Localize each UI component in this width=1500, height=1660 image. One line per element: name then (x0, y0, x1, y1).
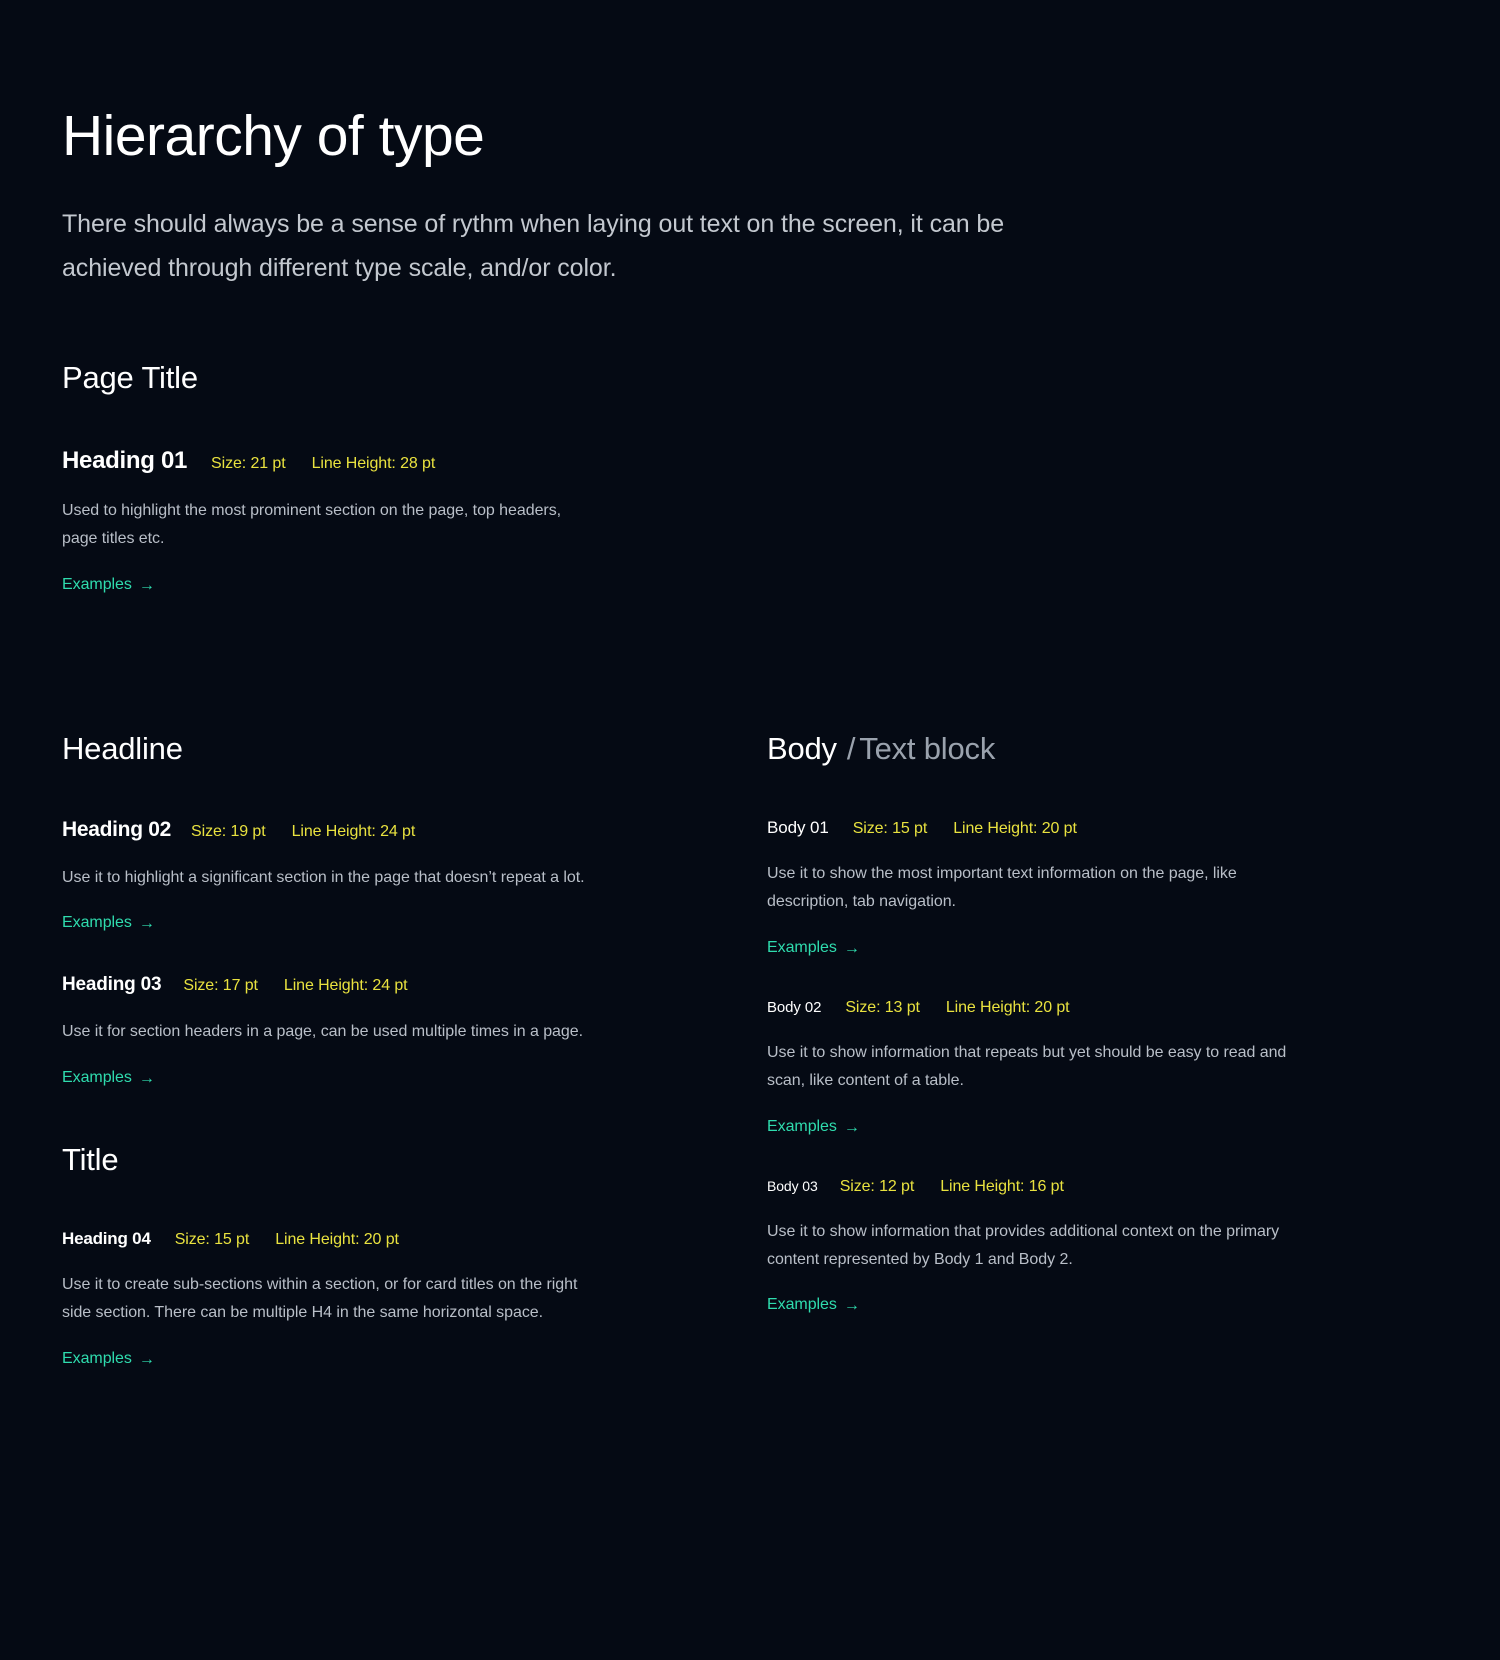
spec-header: Heading 01 Size: 21 pt Line Height: 28 p… (62, 447, 1440, 475)
spec-description: Use it to show information that repeats … (767, 1043, 1287, 1090)
section-page-title: Page Title Heading 01 Size: 21 pt Line H… (62, 359, 1440, 594)
metric-size: Size: 17 pt (183, 977, 258, 995)
spec-metrics: Size: 17 pt Line Height: 24 pt (183, 977, 407, 995)
spec-name: Body 01 (767, 817, 829, 837)
spec-name: Heading 04 (62, 1228, 151, 1248)
metric-line-height: Line Height: 20 pt (275, 1230, 399, 1248)
metric-size: Size: 21 pt (211, 454, 286, 472)
spec-description: Use it to show information that provides… (767, 1222, 1280, 1268)
spec-header: Heading 02 Size: 19 pt Line Height: 24 p… (62, 818, 762, 842)
examples-link[interactable]: Examples → (767, 939, 860, 957)
spec-entry-heading-01: Heading 01 Size: 21 pt Line Height: 28 p… (62, 447, 1440, 594)
metric-line-height: Line Height: 24 pt (283, 977, 408, 995)
arrow-right-icon: → (843, 1118, 860, 1136)
metric-line-height: Line Height: 16 pt (940, 1177, 1064, 1195)
arrow-right-icon: → (138, 576, 155, 594)
examples-link[interactable]: Examples → (767, 1296, 860, 1314)
spec-description: Use it to show the most important text i… (767, 864, 1237, 911)
arrow-right-icon: → (138, 1350, 155, 1368)
category-label-body: Body / Text block (767, 730, 1440, 766)
category-label-page-title: Page Title (62, 359, 198, 395)
spec-name: Heading 01 (62, 446, 188, 474)
typography-guide-page: Hierarchy of type There should always be… (0, 0, 1500, 1660)
category-label-separator: / (846, 730, 856, 766)
spec-metrics: Size: 15 pt Line Height: 20 pt (853, 820, 1077, 838)
right-column: Body / Text block Body 01 Size: 15 pt Line… (762, 730, 1440, 1315)
section-headline: Headline Heading 02 Size: 19 pt Line Hei… (62, 730, 762, 1087)
spec-name: Heading 03 (62, 974, 162, 996)
examples-link-label: Examples (62, 575, 132, 593)
spec-entry-body-03: Body 03 Size: 12 pt Line Height: 16 pt U… (767, 1178, 1440, 1315)
spec-header: Body 02 Size: 13 pt Line Height: 20 pt (767, 999, 1440, 1017)
metric-line-height: Line Height: 24 pt (291, 822, 416, 840)
spec-description: Use it to create sub-sections within a s… (62, 1275, 578, 1322)
spec-description: Used to highlight the most prominent sec… (62, 501, 562, 548)
category-label-headline: Headline (62, 730, 183, 766)
spec-header: Body 01 Size: 15 pt Line Height: 20 pt (767, 818, 1440, 838)
examples-link-label: Examples (767, 1117, 837, 1135)
spec-description: Use it to highlight a significant sectio… (62, 868, 585, 886)
metric-size: Size: 15 pt (852, 819, 928, 837)
metric-size: Size: 19 pt (191, 822, 266, 840)
page-subtitle: There should always be a sense of rythm … (62, 210, 1005, 282)
spec-metrics: Size: 13 pt Line Height: 20 pt (845, 999, 1069, 1017)
spec-metrics: Size: 21 pt Line Height: 28 pt (211, 455, 435, 473)
arrow-right-icon: → (843, 1297, 860, 1315)
examples-link[interactable]: Examples → (62, 576, 155, 594)
examples-link-label: Examples (62, 914, 132, 932)
metric-size: Size: 13 pt (845, 998, 920, 1016)
examples-link[interactable]: Examples → (62, 1069, 155, 1087)
dotted-divider (62, 651, 1442, 656)
page-title: Hierarchy of type (62, 104, 485, 168)
left-column: Headline Heading 02 Size: 19 pt Line Hei… (62, 730, 762, 1368)
examples-link[interactable]: Examples → (767, 1118, 860, 1136)
arrow-right-icon: → (138, 915, 155, 933)
arrow-right-icon: → (138, 1069, 155, 1087)
spec-name: Body 02 (767, 998, 822, 1016)
arrow-right-icon: → (843, 939, 860, 957)
examples-link-label: Examples (62, 1068, 132, 1086)
examples-link[interactable]: Examples → (62, 914, 155, 932)
examples-link-label: Examples (62, 1349, 132, 1367)
spec-entry-body-02: Body 02 Size: 13 pt Line Height: 20 pt U… (767, 999, 1440, 1136)
spec-name: Heading 02 (62, 817, 172, 841)
examples-link-label: Examples (767, 938, 837, 956)
metric-size: Size: 15 pt (174, 1230, 250, 1248)
metric-line-height: Line Height: 28 pt (311, 454, 436, 472)
category-label-body-main: Body (767, 730, 837, 766)
examples-link-label: Examples (767, 1296, 837, 1314)
spec-description: Use it for section headers in a page, ca… (62, 1023, 584, 1041)
spec-entry-heading-03: Heading 03 Size: 17 pt Line Height: 24 p… (62, 974, 762, 1086)
spec-header: Body 03 Size: 12 pt Line Height: 16 pt (767, 1178, 1440, 1196)
columns-container: Headline Heading 02 Size: 19 pt Line Hei… (62, 730, 1440, 1368)
spec-entry-body-01: Body 01 Size: 15 pt Line Height: 20 pt U… (767, 818, 1440, 957)
section-title: Title Heading 04 Size: 15 pt Line Height… (62, 1141, 762, 1368)
spec-name: Body 03 (767, 1177, 818, 1194)
spec-metrics: Size: 15 pt Line Height: 20 pt (175, 1231, 399, 1249)
masthead: Hierarchy of type There should always be… (62, 108, 1440, 291)
spec-entry-heading-04: Heading 04 Size: 15 pt Line Height: 20 p… (62, 1229, 762, 1368)
examples-link[interactable]: Examples → (62, 1350, 155, 1368)
metric-line-height: Line Height: 20 pt (945, 998, 1070, 1016)
spec-entry-heading-02: Heading 02 Size: 19 pt Line Height: 24 p… (62, 818, 762, 932)
category-label-body-suffix: Text block (859, 730, 996, 766)
spec-header: Heading 04 Size: 15 pt Line Height: 20 p… (62, 1229, 762, 1249)
spec-metrics: Size: 12 pt Line Height: 16 pt (840, 1178, 1064, 1196)
spec-metrics: Size: 19 pt Line Height: 24 pt (191, 823, 415, 841)
spec-header: Heading 03 Size: 17 pt Line Height: 24 p… (62, 974, 762, 996)
metric-size: Size: 12 pt (839, 1177, 915, 1195)
category-label-title: Title (62, 1141, 119, 1177)
metric-line-height: Line Height: 20 pt (953, 819, 1077, 837)
